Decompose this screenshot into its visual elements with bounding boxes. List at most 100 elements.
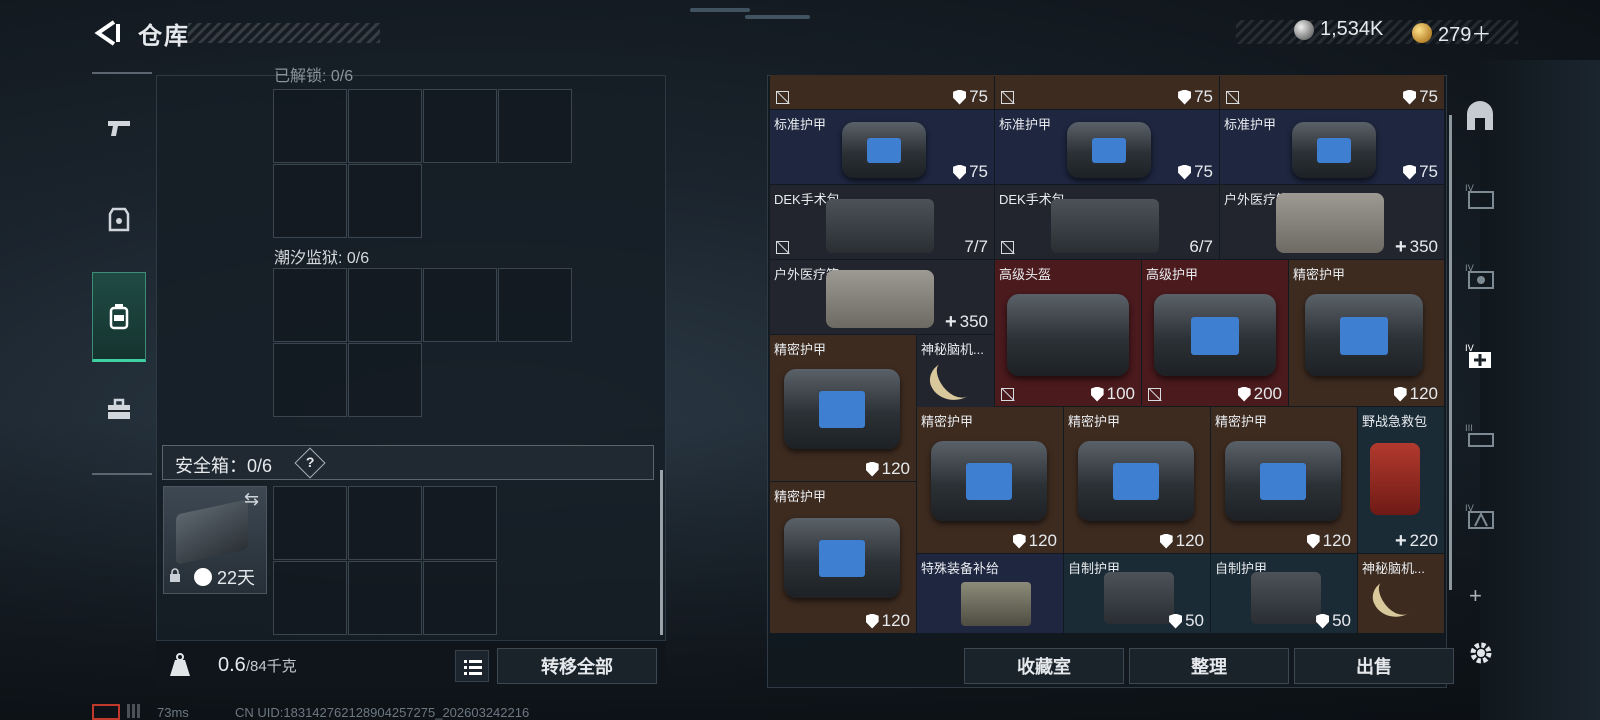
weight-icon (170, 653, 190, 676)
sell-button[interactable]: 出售 (1294, 648, 1454, 684)
armor-icon (1393, 386, 1407, 402)
clock-icon (194, 568, 212, 586)
safe-box-label: 安全箱：0/6 (175, 456, 273, 476)
armor-icon (1306, 533, 1320, 549)
armor-icon (865, 461, 879, 477)
weapon-tab[interactable] (92, 82, 146, 172)
swap-icon[interactable]: ⇆ (244, 489, 259, 510)
inventory-item[interactable]: 自制护甲 50 (1211, 554, 1357, 633)
inventory-item[interactable]: 75 (995, 75, 1219, 109)
item-name: 精密护甲 (1215, 414, 1268, 429)
item-name: 特殊装备补给 (921, 561, 1000, 576)
no-sale-icon (1001, 91, 1014, 104)
armor-item-image (1292, 122, 1376, 178)
backpack-tab[interactable] (92, 272, 146, 362)
list-view-button[interactable] (455, 650, 489, 682)
inventory-item[interactable]: 野战急救包 +220 (1358, 407, 1444, 553)
silver-amount: 1,534K (1320, 18, 1384, 40)
inventory-item[interactable]: 75 (770, 75, 994, 109)
toolbox-tab[interactable] (92, 364, 146, 454)
armor-icon (1403, 89, 1417, 105)
medical-kit-image (826, 270, 934, 328)
help-icon[interactable]: ? (294, 447, 326, 479)
inventory-item[interactable]: 神秘脑机... (1358, 554, 1444, 633)
inventory-item[interactable]: 精密护甲 120 (1289, 260, 1444, 406)
inventory-item[interactable]: 精密护甲 120 (1064, 407, 1210, 553)
weight-capacity: /84千克 (245, 658, 297, 675)
item-value: 50 (1185, 611, 1204, 630)
gold-amount: 279＋ (1438, 24, 1492, 46)
vault-icon[interactable] (1463, 100, 1497, 134)
inventory-item[interactable]: 精密护甲 120 (770, 335, 916, 481)
safe-box-days: 22天 (217, 568, 256, 588)
inventory-item[interactable]: 神秘脑机... (917, 335, 994, 409)
inventory-item[interactable]: 标准护甲 75 (1220, 110, 1444, 184)
page-title: 仓库 (138, 23, 190, 50)
back-arrow-icon[interactable] (92, 18, 122, 48)
inventory-item[interactable]: 自制护甲 50 (1064, 554, 1210, 633)
inventory-item[interactable]: 标准护甲 75 (770, 110, 994, 184)
armor-icon (1178, 89, 1192, 105)
sort-button[interactable]: 整理 (1129, 648, 1289, 684)
gold-currency[interactable]: 279＋ (1412, 18, 1491, 47)
inventory-item[interactable]: DEK手术包 6/7 (995, 185, 1219, 259)
inventory-item[interactable]: 高级护甲 200 (1142, 260, 1288, 406)
armor-item-image (842, 122, 926, 178)
inventory-grid: 75 75 75 标准护甲 75 标准护甲 75 标准护甲 75 DEK手术包 … (770, 75, 1444, 633)
armor-icon (1237, 386, 1251, 402)
record-indicator-icon (92, 704, 120, 720)
armor-icon (1169, 613, 1183, 629)
heal-icon: + (944, 311, 957, 333)
collection-room-button[interactable]: 收藏室 (964, 648, 1124, 684)
no-sale-icon (1148, 388, 1161, 401)
inventory-item[interactable]: 户外医疗箱 +350 (770, 260, 994, 334)
inventory-scrollbar[interactable] (1449, 115, 1452, 590)
armor-item-image (1104, 572, 1174, 624)
left-scrollbar[interactable] (660, 470, 663, 635)
item-name: 精密护甲 (774, 489, 827, 504)
ping-readout: 73ms (157, 705, 189, 720)
title-decoration (188, 23, 380, 43)
inventory-item[interactable]: 精密护甲 120 (770, 482, 916, 633)
item-value: 120 (1028, 531, 1057, 550)
filter-gear-icon[interactable]: IV (1463, 260, 1497, 294)
item-value: 120 (1409, 384, 1438, 403)
category-tabs (92, 72, 152, 475)
item-value: 75 (1419, 162, 1438, 181)
armor-icon (1178, 164, 1192, 180)
inventory-item[interactable]: 精密护甲 120 (1211, 407, 1357, 553)
medical-kit-image (1276, 193, 1384, 253)
inventory-item[interactable]: 户外医疗箱 +350 (1220, 185, 1444, 259)
tidal-prison-label: 潮汐监狱: 0/6 (274, 250, 370, 267)
list-icon (464, 660, 482, 675)
settings-gear-icon[interactable] (1466, 638, 1496, 668)
item-uses: 7/7 (964, 237, 988, 256)
armor-icon (1403, 164, 1417, 180)
armor-item-image (1305, 294, 1423, 376)
item-name: 标准护甲 (1224, 117, 1277, 132)
inventory-item[interactable]: 高级头盔 100 (995, 260, 1141, 406)
inventory-item[interactable]: DEK手术包 7/7 (770, 185, 994, 259)
inventory-item[interactable]: 标准护甲 75 (995, 110, 1219, 184)
item-name: 精密护甲 (774, 342, 827, 357)
inventory-item[interactable]: 特殊装备补给 (917, 554, 1063, 633)
filter-ammo-icon[interactable]: III (1463, 420, 1497, 454)
armor-icon (1090, 386, 1104, 402)
item-value: 120 (881, 459, 910, 478)
item-value: 220 (1409, 531, 1438, 550)
lock-icon (170, 568, 180, 582)
add-icon[interactable]: + (1469, 583, 1482, 609)
toolbox-icon (108, 398, 130, 419)
no-sale-icon (776, 91, 789, 104)
item-name: 野战急救包 (1362, 414, 1428, 429)
armor-icon (1316, 613, 1330, 629)
inventory-item[interactable]: 75 (1220, 75, 1444, 109)
filter-weapons-icon[interactable]: IV (1463, 180, 1497, 214)
filter-medical-icon[interactable]: IV (1463, 340, 1497, 374)
inventory-item[interactable]: 精密护甲 120 (917, 407, 1063, 553)
transfer-all-button[interactable]: 转移全部 (497, 648, 657, 684)
item-value: 120 (1322, 531, 1351, 550)
filter-misc-icon[interactable]: IV (1463, 500, 1497, 534)
armor-tab[interactable] (92, 174, 146, 264)
supply-crate-image (961, 582, 1031, 626)
